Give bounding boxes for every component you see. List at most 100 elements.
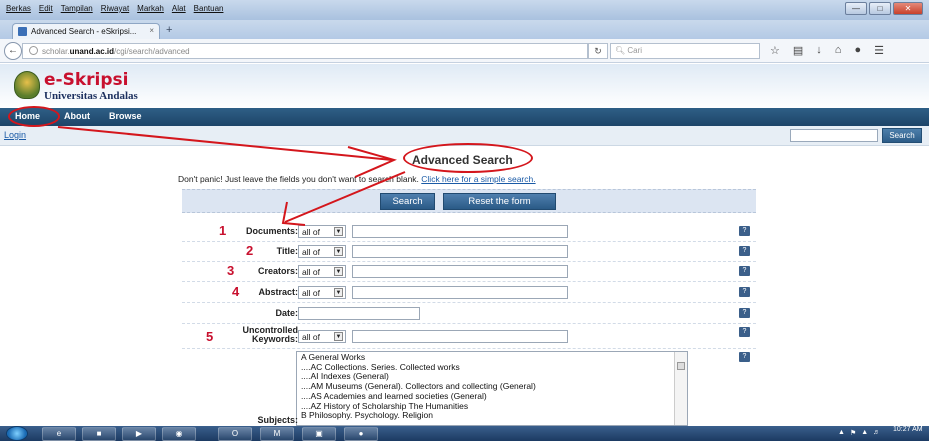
menu-icon[interactable]: ☰: [874, 44, 884, 57]
reload-icon[interactable]: ↻: [588, 43, 608, 59]
match-select[interactable]: all of ▼: [298, 286, 346, 299]
simple-search-link[interactable]: Click here for a simple search.: [421, 174, 535, 184]
url-prefix: scholar.: [42, 47, 70, 56]
help-icon[interactable]: ?: [739, 308, 750, 318]
match-select-value: all of: [302, 247, 320, 257]
match-select[interactable]: all of ▼: [298, 330, 346, 343]
scrollbar-thumb[interactable]: [677, 362, 685, 370]
match-select[interactable]: all of ▼: [298, 225, 346, 238]
site-search-input[interactable]: [790, 129, 878, 142]
menu-alat[interactable]: Alat: [172, 4, 186, 13]
field-row-creators: 3 Creators: all of ▼ ?: [182, 262, 756, 282]
bookmark-star-icon[interactable]: ☆: [770, 44, 780, 57]
download-icon[interactable]: ↓: [816, 44, 822, 57]
image-icon[interactable]: ▣: [302, 427, 336, 441]
documents-input[interactable]: [352, 225, 568, 238]
site-logo-subtitle: Universitas Andalas: [44, 90, 138, 102]
back-button[interactable]: ←: [4, 42, 22, 60]
folder-icon[interactable]: ■: [82, 427, 116, 441]
favicon-icon: [18, 27, 27, 36]
search-button[interactable]: Search: [380, 193, 435, 210]
chevron-down-icon: ▼: [334, 288, 343, 297]
reset-form-button[interactable]: Reset the form: [443, 193, 556, 210]
annotation-number: 3: [227, 263, 235, 278]
subjects-list[interactable]: A General Works ....AC Collections. Seri…: [296, 351, 688, 426]
annotation-number: 2: [246, 243, 254, 258]
taskbar: e ■ ▶ ◉ O M ▣ ● ▲ ⚑ ▲ ♬ 10:27 AM: [0, 426, 929, 441]
media-icon[interactable]: ▶: [122, 427, 156, 441]
help-icon[interactable]: ?: [739, 352, 750, 362]
system-tray: ▲ ⚑ ▲ ♬: [838, 429, 880, 437]
help-icon[interactable]: ?: [739, 226, 750, 236]
menu-berkas[interactable]: Berkas: [6, 4, 31, 13]
annotation-number: 5: [206, 329, 214, 344]
help-icon[interactable]: ?: [739, 246, 750, 256]
intro-text: Don't panic! Just leave the fields you d…: [178, 174, 536, 184]
url-bar[interactable]: scholar.unand.ac.id/cgi/search/advanced: [22, 43, 588, 59]
close-window-button[interactable]: ✕: [893, 2, 923, 15]
reading-list-icon[interactable]: ▤: [793, 44, 803, 57]
navigation-bar: ← scholar.unand.ac.id/cgi/search/advance…: [0, 39, 929, 63]
chrome-icon[interactable]: ●: [344, 427, 378, 441]
menu-riwayat[interactable]: Riwayat: [101, 4, 129, 13]
firefox-icon[interactable]: ◉: [162, 427, 196, 441]
clock-time: 10:27 AM: [893, 426, 923, 433]
maximize-button[interactable]: □: [869, 2, 891, 15]
annotation-oval-home: [8, 106, 60, 127]
annotation-number: 1: [219, 223, 227, 238]
help-icon[interactable]: ?: [739, 287, 750, 297]
menu-tampilan[interactable]: Tampilan: [61, 4, 93, 13]
field-label: Title:: [276, 246, 298, 256]
chevron-down-icon: ▼: [334, 227, 343, 236]
taskbar-clock[interactable]: 10:27 AM: [893, 426, 923, 434]
menu-bantuan[interactable]: Bantuan: [194, 4, 224, 13]
site-header: [0, 64, 929, 108]
tab-advanced-search[interactable]: Advanced Search - eSkripsi... ×: [12, 23, 160, 39]
tab-strip: Advanced Search - eSkripsi... × +: [0, 20, 929, 39]
network-icon[interactable]: ▲: [861, 429, 868, 437]
help-icon[interactable]: ?: [739, 327, 750, 337]
creators-input[interactable]: [352, 265, 568, 278]
match-select[interactable]: all of ▼: [298, 245, 346, 258]
browser-search-input[interactable]: 🔍︎ Cari: [610, 43, 760, 59]
mail-icon[interactable]: M: [260, 427, 294, 441]
minimize-button[interactable]: —: [845, 2, 867, 15]
site-search-button[interactable]: Search: [882, 128, 922, 143]
tab-close-icon[interactable]: ×: [149, 26, 154, 35]
chevron-down-icon: ▼: [334, 267, 343, 276]
tray-arrow-icon[interactable]: ▲: [838, 429, 845, 437]
subjects-scrollbar[interactable]: [674, 352, 687, 425]
home-icon[interactable]: ⌂: [835, 44, 842, 57]
menu-markah[interactable]: Markah: [137, 4, 164, 13]
subject-option[interactable]: B Philosophy. Psychology. Religion: [301, 411, 683, 421]
nav-browse[interactable]: Browse: [109, 111, 142, 121]
window-controls: — □ ✕: [845, 2, 923, 15]
ie-icon[interactable]: e: [42, 427, 76, 441]
match-select[interactable]: all of ▼: [298, 265, 346, 278]
chat-icon[interactable]: ●: [854, 44, 861, 57]
field-row-title: 2 Title: all of ▼ ?: [182, 242, 756, 262]
annotation-oval-title: [403, 143, 533, 173]
title-input[interactable]: [352, 245, 568, 258]
new-tab-button[interactable]: +: [166, 24, 172, 36]
keywords-input[interactable]: [352, 330, 568, 343]
url-domain: unand.ac.id: [69, 47, 115, 56]
field-label: Uncontrolled Keywords:: [242, 325, 299, 344]
opera-icon[interactable]: O: [218, 427, 252, 441]
date-input[interactable]: [298, 307, 420, 320]
toolbar-icons: ☆ ▤ ↓ ⌂ ● ☰: [770, 44, 884, 57]
menu-edit[interactable]: Edit: [39, 4, 53, 13]
form-button-bar: Search Reset the form: [182, 189, 756, 213]
annotation-number: 4: [232, 284, 240, 299]
nav-about[interactable]: About: [64, 111, 90, 121]
abstract-input[interactable]: [352, 286, 568, 299]
flag-icon[interactable]: ⚑: [850, 429, 856, 437]
field-label: Creators:: [257, 266, 298, 276]
help-icon[interactable]: ?: [739, 266, 750, 276]
login-link[interactable]: Login: [4, 130, 26, 140]
advanced-search-form: Search Reset the form 1 Documents: all o…: [182, 189, 756, 426]
field-label: Date:: [275, 308, 298, 318]
start-button-icon[interactable]: [6, 426, 28, 441]
volume-icon[interactable]: ♬: [873, 429, 880, 437]
site-logo-title[interactable]: e-Skripsi: [44, 70, 128, 90]
